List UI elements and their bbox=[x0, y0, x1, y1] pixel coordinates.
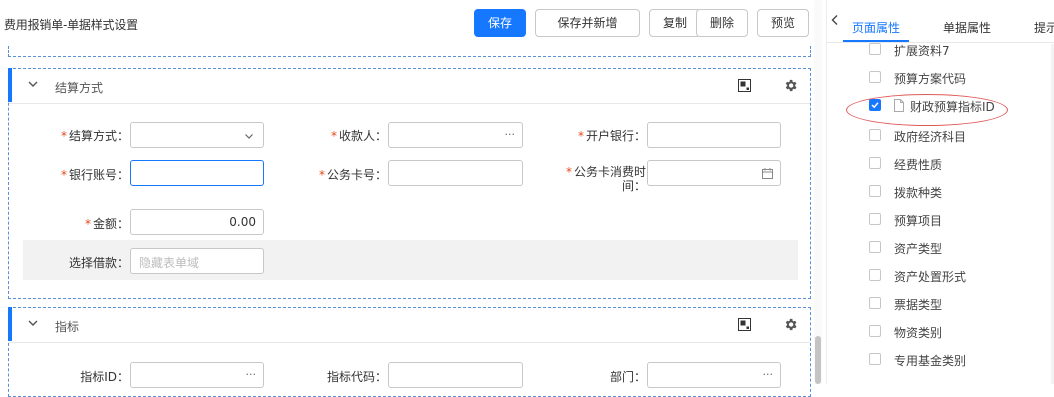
section-title: 指标 bbox=[55, 320, 80, 334]
field-label: 专用基金类别 bbox=[894, 354, 967, 368]
amount-input[interactable]: 0.00 bbox=[130, 209, 264, 235]
dept-label: 部门： bbox=[609, 370, 646, 384]
previous-section-edge bbox=[8, 46, 811, 57]
section-accent-bar bbox=[8, 307, 12, 341]
field-label: 拨款种类 bbox=[894, 186, 943, 200]
more-icon[interactable]: ··· bbox=[763, 369, 774, 381]
gear-icon[interactable] bbox=[783, 317, 798, 332]
form-designer-canvas: 费用报销单-单据样式设置 保存 保存并新增 复制 删除 预览 结算方式 * 结算方… bbox=[0, 0, 814, 397]
indicator-id-label: 指标ID： bbox=[80, 370, 129, 384]
field-checkbox[interactable] bbox=[869, 71, 881, 83]
field-label: 财政预算指标ID bbox=[910, 100, 995, 114]
save-and-new-button[interactable]: 保存并新增 bbox=[535, 9, 640, 37]
bank-account-input[interactable] bbox=[130, 160, 264, 186]
canvas-scrollbar[interactable] bbox=[814, 0, 822, 384]
toolbar: 费用报销单-单据样式设置 保存 保存并新增 复制 删除 预览 bbox=[0, 0, 814, 46]
loan-label: 选择借款： bbox=[68, 256, 129, 270]
preview-button[interactable]: 预览 bbox=[757, 9, 809, 37]
loan-select-input[interactable]: 隐藏表单域 bbox=[130, 248, 264, 274]
layout-icon[interactable] bbox=[738, 79, 751, 92]
field-checkbox[interactable] bbox=[869, 325, 881, 337]
field-checkbox[interactable] bbox=[869, 185, 881, 197]
field-checkbox[interactable] bbox=[869, 43, 881, 55]
tab-page-properties[interactable]: 页面属性 bbox=[852, 19, 900, 36]
bank-label: * 开户银行： bbox=[577, 129, 646, 143]
card-time-label: * 公务卡消费时 间： bbox=[565, 165, 646, 193]
account-label: * 银行账号： bbox=[60, 168, 129, 182]
tab-hints[interactable]: 提示 bbox=[1034, 19, 1054, 36]
save-button[interactable]: 保存 bbox=[474, 9, 526, 37]
chevron-down-icon[interactable] bbox=[27, 78, 39, 90]
section-header[interactable]: 指标 bbox=[8, 307, 810, 343]
card-no-label: * 公务卡号： bbox=[318, 168, 387, 182]
panel-tabs: 页面属性 单据属性 提示 bbox=[827, 0, 1054, 43]
tab-bill-properties[interactable]: 单据属性 bbox=[943, 19, 991, 36]
field-label: 扩展资料7 bbox=[894, 44, 950, 58]
indicator-id-input[interactable]: ··· bbox=[130, 362, 264, 388]
section-title: 结算方式 bbox=[55, 81, 104, 95]
chevron-down-icon[interactable] bbox=[27, 317, 39, 329]
layout-icon[interactable] bbox=[738, 318, 751, 331]
settle-method-select[interactable] bbox=[130, 122, 264, 148]
scrollbar-thumb[interactable] bbox=[815, 336, 821, 384]
field-checkbox[interactable] bbox=[869, 129, 881, 141]
bank-input[interactable] bbox=[647, 122, 781, 148]
indicator-code-label: 指标代码： bbox=[326, 370, 387, 384]
loan-placeholder: 隐藏表单域 bbox=[139, 256, 200, 270]
section-accent-bar bbox=[8, 68, 12, 102]
field-checkbox-checked[interactable] bbox=[869, 99, 881, 111]
page-title: 费用报销单-单据样式设置 bbox=[4, 18, 138, 32]
field-checkbox[interactable] bbox=[869, 297, 881, 309]
field-checkbox[interactable] bbox=[869, 353, 881, 365]
field-checkbox[interactable] bbox=[869, 213, 881, 225]
payee-label: * 收款人： bbox=[330, 129, 387, 143]
field-label: 预算方案代码 bbox=[894, 72, 967, 86]
field-label: 资产处置形式 bbox=[894, 270, 967, 284]
chevron-left-icon[interactable] bbox=[830, 14, 840, 26]
field-label: 物资类别 bbox=[894, 326, 943, 340]
property-panel: 页面属性 单据属性 提示 扩展资料7 预算方案代码 财政预算指标ID 政府经济科… bbox=[826, 0, 1054, 384]
card-number-input[interactable] bbox=[388, 160, 523, 186]
field-label: 票据类型 bbox=[894, 298, 943, 312]
field-label: 资产类型 bbox=[894, 242, 943, 256]
field-checkbox[interactable] bbox=[869, 157, 881, 169]
indicator-code-input[interactable] bbox=[388, 362, 523, 388]
field-checkbox[interactable] bbox=[869, 269, 881, 281]
settle-method-label: * 结算方式： bbox=[60, 129, 129, 143]
field-label: 经费性质 bbox=[894, 158, 943, 172]
check-icon bbox=[871, 102, 879, 109]
field-checkbox[interactable] bbox=[869, 241, 881, 253]
copy-button[interactable]: 复制 bbox=[649, 9, 701, 37]
amount-value: 0.00 bbox=[229, 215, 256, 229]
field-label: 预算项目 bbox=[894, 214, 943, 228]
settlement-section[interactable]: 结算方式 * 结算方式： * 收款人： ··· * 开户银行： * 银行账号： * 公务卡… bbox=[8, 68, 811, 299]
section-header[interactable]: 结算方式 bbox=[8, 68, 810, 104]
dept-input[interactable]: ··· bbox=[647, 362, 781, 388]
calendar-icon[interactable] bbox=[762, 168, 773, 179]
amount-label: * 金额： bbox=[84, 217, 129, 231]
document-icon bbox=[894, 99, 904, 112]
payee-input[interactable]: ··· bbox=[388, 122, 523, 148]
more-icon[interactable]: ··· bbox=[505, 129, 516, 141]
gear-icon[interactable] bbox=[783, 78, 798, 93]
chevron-down-icon bbox=[245, 134, 253, 139]
delete-button[interactable]: 删除 bbox=[696, 9, 748, 37]
card-time-input[interactable] bbox=[647, 160, 781, 186]
more-icon[interactable]: ··· bbox=[246, 369, 257, 381]
field-label: 政府经济科目 bbox=[894, 130, 967, 144]
